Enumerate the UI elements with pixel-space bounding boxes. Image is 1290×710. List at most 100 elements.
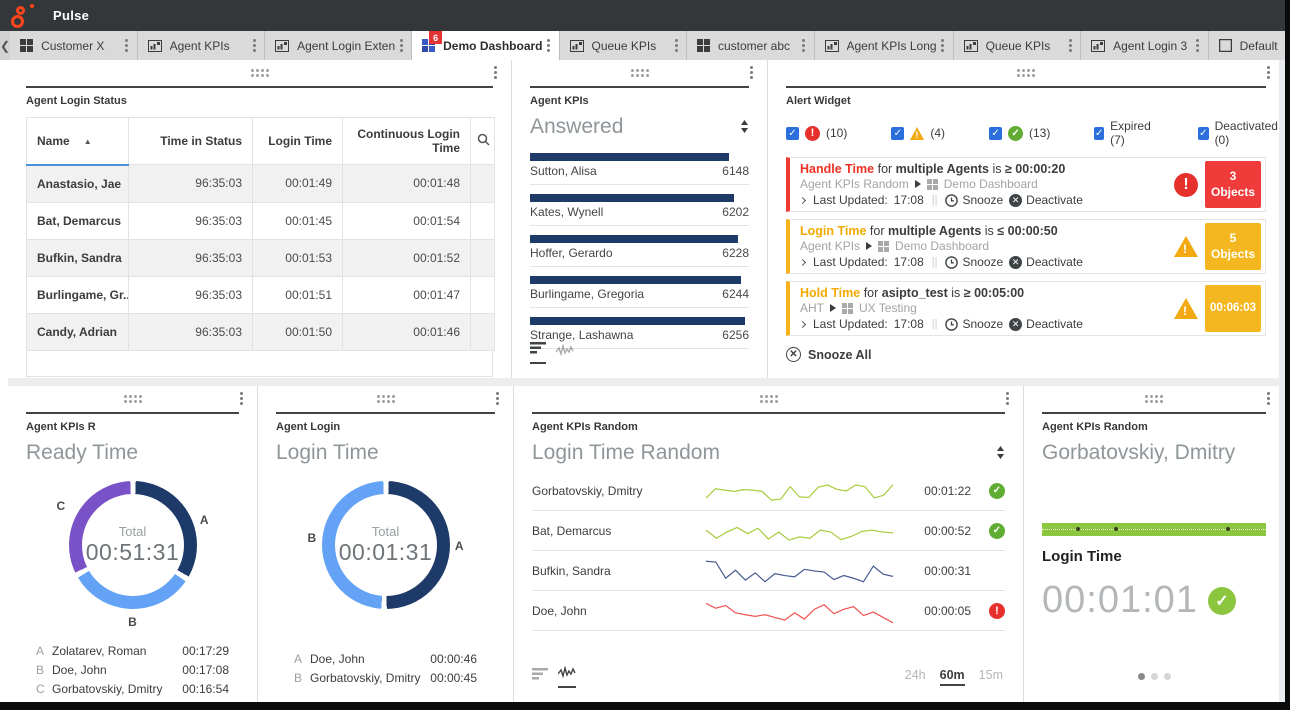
tab-customer-x[interactable]: Customer X [10,31,138,60]
tab-queue-kpis[interactable]: Queue KPIs [560,31,688,60]
page-dot[interactable] [1138,673,1145,680]
sparkline-view-icon[interactable] [556,343,574,364]
alert-count-badge: 6 [429,31,442,44]
grid-icon [697,39,710,52]
widget-menu-icon[interactable] [1262,66,1274,79]
tab-agent-login-exten[interactable]: Agent Login Exten [265,31,412,60]
table-search-icon[interactable] [471,118,495,165]
checkbox-checked-icon: ✓ [891,127,904,140]
alert-objects-badge[interactable]: 5Objects [1205,223,1261,270]
page-dot[interactable] [1164,673,1171,680]
range-60m[interactable]: 60m [940,668,965,686]
drag-handle[interactable] [1017,69,1035,77]
snooze-button[interactable]: Snooze [945,193,1003,207]
tab-menu-icon[interactable] [248,39,260,52]
deactivate-button[interactable]: ✕Deactivate [1009,255,1083,269]
tab-menu-icon[interactable] [798,39,810,52]
tab-customer-abc[interactable]: customer abc [687,31,815,60]
table-row[interactable]: Bat, Demarcus96:35:0300:01:4500:01:54 [27,202,495,239]
table-row[interactable]: Anastasio, Jae96:35:0300:01:4900:01:48 [27,165,495,203]
widget-title: Agent Login Status [8,88,511,107]
widget-menu-icon[interactable] [745,66,757,79]
widget-menu-icon[interactable] [489,66,501,79]
alert-source[interactable]: AHT [800,301,824,315]
alert-value-badge[interactable]: 00:06:03 [1205,285,1261,332]
grid-icon: 6 [422,39,435,52]
chart-widget-icon [825,40,839,52]
tab-agent-login-3[interactable]: Agent Login 3 [1081,31,1209,60]
table-row[interactable]: Burlingame, Gr...96:35:0300:01:5100:01:4… [27,276,495,313]
page-dot[interactable] [1151,673,1158,680]
range-24h[interactable]: 24h [905,668,926,686]
sort-toggle-icon[interactable] [740,115,749,139]
tab-menu-icon[interactable] [1064,39,1076,52]
drag-handle[interactable] [760,395,778,403]
widget-kpi-card: Agent KPIs Random Gorbatovskiy, Dmitry L… [1024,386,1285,702]
drag-handle[interactable] [124,395,142,403]
snooze-all-button[interactable]: ✕Snooze All [768,343,1284,366]
expand-chevron-icon[interactable] [799,320,806,327]
widget-menu-icon[interactable] [1262,392,1274,405]
bar-view-icon[interactable] [532,667,548,688]
legend-row: ADoe, John00:00:46 [294,649,477,668]
tab-menu-icon[interactable] [937,39,949,52]
range-15m[interactable]: 15m [979,668,1003,686]
tab-menu-icon[interactable] [670,39,682,52]
drag-handle[interactable] [1145,395,1163,403]
pagination-dots [1024,673,1284,680]
alert-context[interactable]: Demo Dashboard [895,239,989,253]
drag-handle[interactable] [251,69,269,77]
alert-context[interactable]: Demo Dashboard [944,177,1038,191]
bar-view-icon[interactable] [530,341,546,364]
deactivate-button[interactable]: ✕Deactivate [1009,193,1083,207]
filter-warning[interactable]: ✓!(4) [891,126,945,140]
expand-chevron-icon[interactable] [799,258,806,265]
alert-objects-badge[interactable]: 3Objects [1205,161,1261,208]
deactivate-icon: ✕ [1009,318,1022,331]
tab-scroll-left-icon[interactable]: ❮ [0,31,10,60]
sparkline-row[interactable]: Bufkin, Sandra 00:00:31 [532,551,1005,591]
tab-menu-icon[interactable] [1192,39,1204,52]
tab-agent-kpis[interactable]: Agent KPIs [138,31,266,60]
tab-queue-kpis-2[interactable]: Queue KPIs [954,31,1082,60]
sparkline-row[interactable]: Gorbatovskiy, Dmitry 00:01:22 ✓ [532,471,1005,511]
filter-ok[interactable]: ✓✓(13) [989,126,1050,141]
sparkline-row[interactable]: Doe, John 00:00:05 ! [532,591,1005,631]
column-header-login-time[interactable]: Login Time [253,118,343,165]
agent-name: Gorbatovskiy, Dmitry [1042,441,1235,465]
alert-source[interactable]: Agent KPIs Random [800,177,909,191]
widget-menu-icon[interactable] [235,392,247,405]
tab-demo-dashboard[interactable]: 6 Demo Dashboard [412,31,559,60]
tab-default[interactable]: Default [1209,31,1290,60]
expand-chevron-icon[interactable] [799,196,806,203]
kpi-gauge [1042,523,1266,536]
filter-critical[interactable]: ✓!(10) [786,126,847,141]
drag-handle[interactable] [631,69,649,77]
sparkline-view-icon[interactable] [558,665,576,688]
warning-icon: ! [1174,236,1198,257]
sparkline-chart [706,556,893,586]
snooze-button[interactable]: Snooze [945,255,1003,269]
widget-menu-icon[interactable] [491,392,503,405]
drag-handle[interactable] [377,395,395,403]
column-header-time-in-status[interactable]: Time in Status [129,118,253,165]
deactivate-icon: ✕ [1009,194,1022,207]
table-row[interactable]: Bufkin, Sandra96:35:0300:01:5300:01:52 [27,239,495,276]
table-row[interactable]: Candy, Adrian96:35:0300:01:5000:01:46 [27,313,495,350]
tab-menu-icon[interactable] [395,39,407,52]
tab-agent-kpis-long[interactable]: Agent KPIs Long [815,31,954,60]
tab-menu-icon[interactable] [121,39,133,52]
deactivate-button[interactable]: ✕Deactivate [1009,317,1083,331]
tab-menu-icon[interactable] [543,39,555,52]
filter-expired[interactable]: ✓Expired (7) [1094,119,1154,147]
column-header-continuous-login-time[interactable]: Continuous Login Time [343,118,471,165]
sparkline-row[interactable]: Bat, Demarcus 00:00:52 ✓ [532,511,1005,551]
alert-source[interactable]: Agent KPIs [800,239,860,253]
snooze-button[interactable]: Snooze [945,317,1003,331]
clock-icon [945,194,958,207]
filter-deactivated[interactable]: ✓Deactivated (0) [1198,119,1280,147]
alert-context[interactable]: UX Testing [859,301,917,315]
sort-toggle-icon[interactable] [996,441,1005,465]
widget-menu-icon[interactable] [1001,392,1013,405]
column-header-name[interactable]: Name▲ [27,118,129,165]
